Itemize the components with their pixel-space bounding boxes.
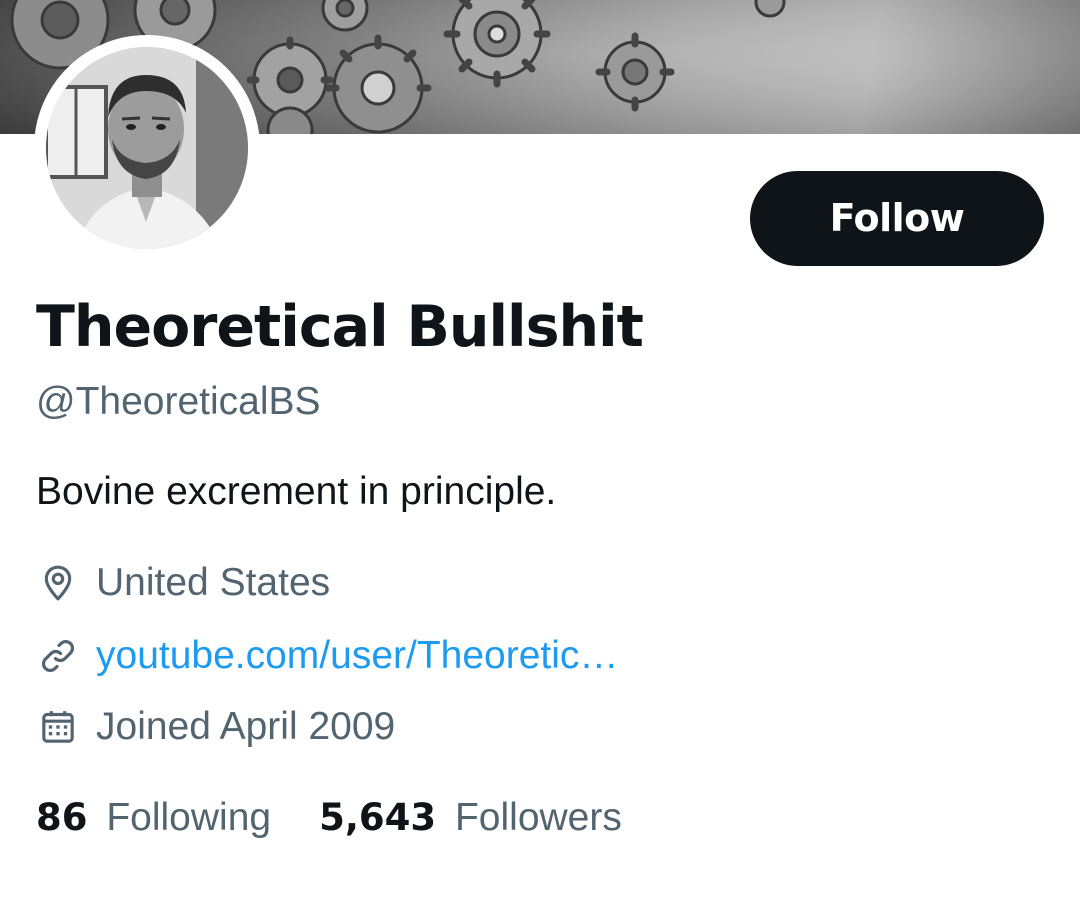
follow-button[interactable]: Follow	[750, 171, 1044, 266]
followers-label: Followers	[454, 796, 622, 839]
website-link[interactable]: youtube.com/user/Theoretic…	[96, 634, 618, 678]
followers-count: 5,643	[319, 796, 437, 839]
joined-date-text: Joined April 2009	[96, 705, 396, 748]
avatar-photo	[46, 47, 248, 249]
following-count: 86	[36, 796, 88, 839]
following-label: Following	[106, 796, 272, 839]
location-row: United States	[38, 560, 330, 606]
username-handle[interactable]: @TheoreticalBS	[36, 380, 321, 424]
location-pin-icon	[38, 563, 78, 603]
location-text: United States	[96, 561, 331, 604]
website-row: youtube.com/user/Theoretic…	[38, 633, 618, 679]
avatar[interactable]	[34, 35, 260, 261]
profile-photo-image	[46, 47, 248, 249]
link-icon	[38, 636, 78, 676]
display-name: Theoretical Bullshit	[36, 294, 644, 360]
profile-header: Follow Theoretical Bullshit @Theoretical…	[0, 0, 1080, 898]
follow-stats: 86 Following 5,643 Followers	[36, 796, 670, 840]
profile-bio: Bovine excrement in principle.	[36, 470, 557, 513]
following-stat-link[interactable]: 86 Following	[36, 796, 271, 840]
joined-row: Joined April 2009	[38, 704, 395, 750]
followers-stat-link[interactable]: 5,643 Followers	[319, 796, 622, 840]
calendar-icon	[38, 707, 78, 747]
